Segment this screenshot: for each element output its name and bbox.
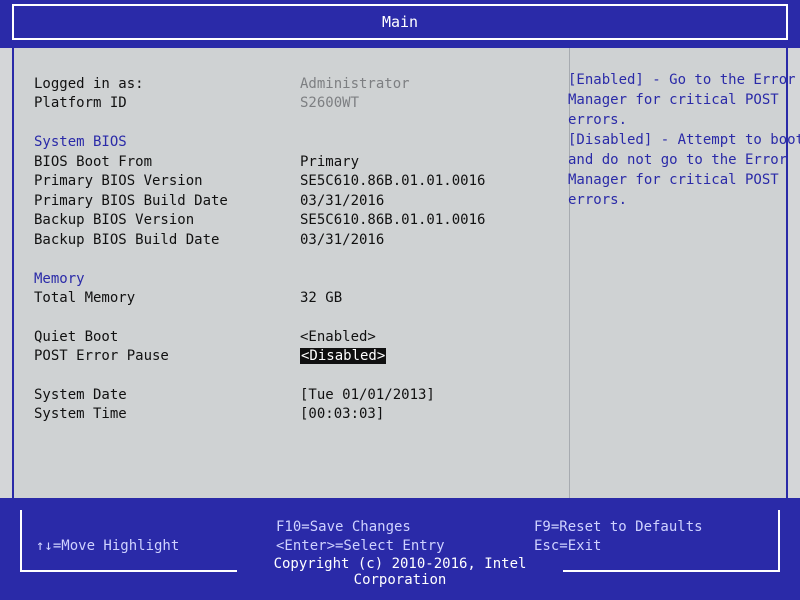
bios-boot-from-label: BIOS Boot From bbox=[34, 154, 153, 170]
system-date-label: System Date bbox=[34, 387, 127, 403]
reset-defaults-hint: F9=Reset to Defaults bbox=[534, 519, 703, 535]
logged-in-label: Logged in as: bbox=[34, 76, 144, 92]
quiet-boot-label: Quiet Boot bbox=[34, 329, 119, 345]
help-text-panel: [Enabled] - Go to the Error Manager for … bbox=[568, 70, 800, 210]
save-changes-hint: F10=Save Changes bbox=[276, 519, 411, 535]
bios-screen: Main Logged in as: Administrator Platfor… bbox=[0, 0, 800, 600]
help-line: [Disabled] - Attempt to boot bbox=[568, 132, 800, 148]
help-line: errors. bbox=[568, 112, 628, 128]
system-time-field[interactable]: [00:03:03] bbox=[300, 406, 384, 424]
page-title: Main bbox=[12, 4, 788, 40]
platform-id-label: Platform ID bbox=[34, 95, 127, 111]
help-line: [Enabled] - Go to the Error bbox=[568, 72, 796, 88]
logged-in-value: Administrator bbox=[300, 76, 410, 92]
move-highlight-hint: ↑↓=Move Highlight bbox=[36, 538, 180, 554]
backup-bios-build-date-label: Backup BIOS Build Date bbox=[34, 232, 220, 248]
total-memory-value: 32 GB bbox=[300, 290, 343, 306]
help-line: errors. bbox=[568, 192, 628, 208]
header-bar: Main bbox=[0, 0, 800, 48]
platform-id-value: S2600WT bbox=[300, 95, 360, 111]
bios-boot-from-value: Primary bbox=[300, 154, 360, 170]
primary-bios-build-date-value: 03/31/2016 bbox=[300, 193, 385, 209]
backup-bios-build-date-value: 03/31/2016 bbox=[300, 232, 385, 248]
select-entry-hint: <Enter>=Select Entry bbox=[276, 538, 445, 554]
system-time-label: System Time bbox=[34, 406, 127, 422]
help-line: Manager for critical POST bbox=[568, 92, 779, 108]
post-error-pause-selected-value[interactable]: <Disabled> bbox=[300, 348, 387, 364]
help-line: Manager for critical POST bbox=[568, 172, 779, 188]
system-date-field[interactable]: [Tue 01/01/2013] bbox=[300, 387, 435, 405]
primary-bios-build-date-label: Primary BIOS Build Date bbox=[34, 193, 228, 209]
primary-bios-version-label: Primary BIOS Version bbox=[34, 173, 203, 189]
post-error-pause-label: POST Error Pause bbox=[34, 348, 169, 364]
copyright-notice: Copyright (c) 2010-2016, Intel Corporati… bbox=[237, 556, 563, 588]
quiet-boot-option[interactable]: <Enabled> bbox=[300, 329, 376, 347]
exit-hint: Esc=Exit bbox=[534, 538, 602, 554]
backup-bios-version-label: Backup BIOS Version bbox=[34, 212, 195, 228]
total-memory-label: Total Memory bbox=[34, 290, 136, 306]
post-error-pause-option[interactable]: <Disabled> bbox=[300, 348, 387, 366]
main-panel: Logged in as: Administrator Platform ID … bbox=[12, 48, 800, 498]
system-bios-heading: System BIOS bbox=[34, 134, 127, 150]
help-line: and do not go to the Error bbox=[568, 152, 788, 168]
primary-bios-version-value: SE5C610.86B.01.01.0016 bbox=[300, 173, 486, 189]
memory-heading: Memory bbox=[34, 271, 85, 287]
backup-bios-version-value: SE5C610.86B.01.01.0016 bbox=[300, 212, 486, 228]
